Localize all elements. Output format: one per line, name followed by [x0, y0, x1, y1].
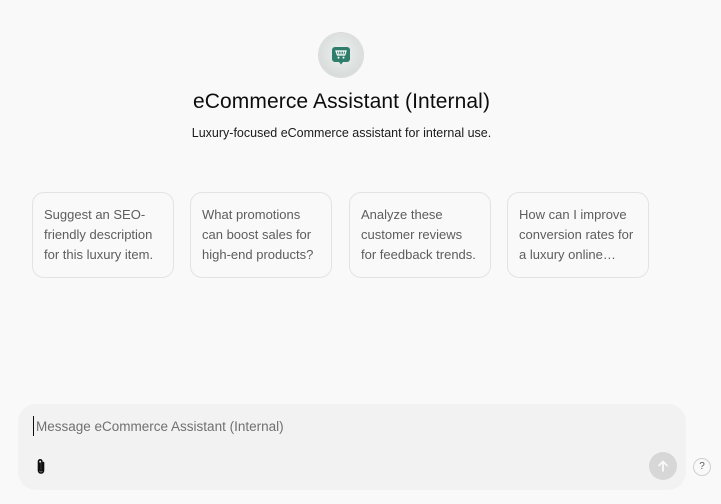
paperclip-icon: [37, 459, 45, 474]
suggestion-text: Suggest an SEO-friendly description for …: [44, 207, 154, 262]
attach-button[interactable]: [30, 456, 52, 478]
chat-page: eCommerce Assistant (Internal) Luxury-fo…: [0, 0, 721, 504]
shopping-cart-tag-icon: [332, 47, 350, 65]
assistant-avatar: [319, 33, 363, 77]
send-button[interactable]: [649, 452, 677, 480]
assistant-title: eCommerce Assistant (Internal): [192, 90, 491, 113]
message-input[interactable]: [33, 416, 636, 436]
suggestion-card-1[interactable]: Suggest an SEO-friendly description for …: [32, 192, 174, 278]
suggestion-card-3[interactable]: Analyze these customer reviews for feedb…: [349, 192, 491, 278]
suggestion-card-2[interactable]: What promotions can boost sales for high…: [190, 192, 332, 278]
help-button[interactable]: ?: [693, 458, 711, 476]
assistant-description: Luxury-focused eCommerce assistant for i…: [191, 126, 492, 140]
suggestion-text: What promotions can boost sales for high…: [202, 207, 314, 262]
suggestion-text: Analyze these customer reviews for feedb…: [361, 207, 476, 262]
arrow-up-icon: [658, 460, 668, 472]
suggestion-text: How can I improve conversion rates for a…: [519, 207, 634, 262]
message-composer: [18, 404, 686, 490]
suggestion-card-4[interactable]: How can I improve conversion rates for a…: [507, 192, 649, 278]
